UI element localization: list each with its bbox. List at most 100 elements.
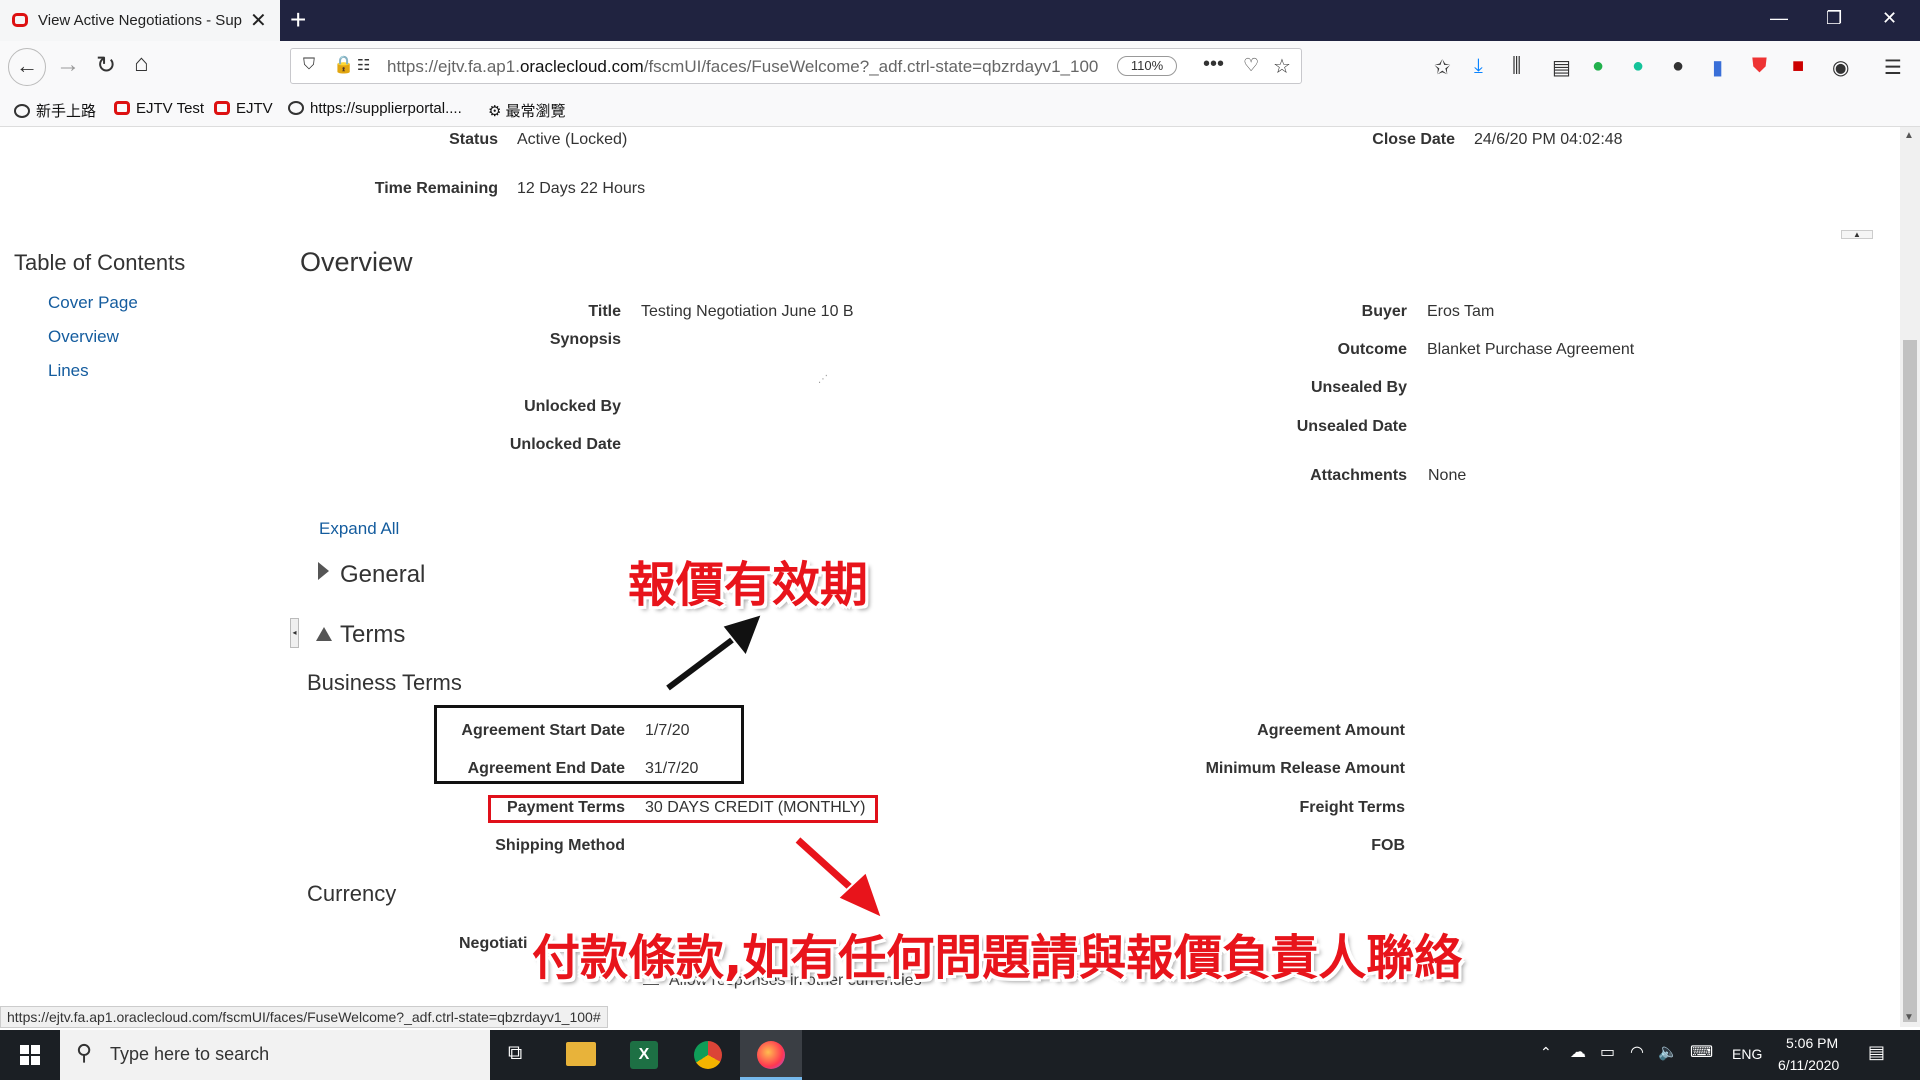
- bookmarks-star-icon[interactable]: ✩: [1434, 55, 1451, 80]
- unlocked-by-label: Unlocked By: [524, 398, 621, 415]
- grammarly-icon[interactable]: ●: [1632, 55, 1644, 78]
- unlocked-date-label: Unlocked Date: [509, 436, 621, 453]
- oracle-favicon-icon: [12, 13, 28, 27]
- scroll-down-icon[interactable]: ▼: [1904, 1012, 1914, 1023]
- new-tab-icon[interactable]: +: [290, 4, 306, 36]
- bookmark-item[interactable]: https://supplierportal....: [288, 100, 462, 117]
- onedrive-icon[interactable]: ☁: [1570, 1042, 1586, 1062]
- check-extension-icon[interactable]: ●: [1592, 55, 1604, 78]
- bookmark-item[interactable]: EJTV: [214, 100, 273, 117]
- search-placeholder: Type here to search: [110, 1044, 270, 1064]
- synopsis-label: Synopsis: [549, 331, 621, 348]
- close-window-icon[interactable]: ✕: [1882, 8, 1897, 29]
- minimize-icon[interactable]: —: [1770, 8, 1788, 29]
- home-icon[interactable]: ⌂: [134, 50, 149, 78]
- task-view-icon[interactable]: ⧉: [508, 1042, 522, 1065]
- scrollbar-thumb[interactable]: [1903, 340, 1917, 1022]
- wifi-icon[interactable]: ◠: [1630, 1042, 1644, 1062]
- start-button[interactable]: [0, 1030, 60, 1080]
- pdf-extension-icon[interactable]: ■: [1792, 55, 1804, 78]
- reload-icon[interactable]: ↻: [96, 51, 116, 80]
- taskbar-search-box[interactable]: ⚲ Type here to search: [60, 1030, 490, 1080]
- time-remaining-value: 12 Days 22 Hours: [517, 180, 646, 197]
- expand-general-icon[interactable]: [318, 562, 329, 580]
- lock-icon[interactable]: 🔒: [333, 55, 354, 75]
- oracle-icon: [114, 101, 130, 115]
- globe-icon: [288, 101, 304, 115]
- toc-lines-link[interactable]: Lines: [48, 361, 89, 381]
- buyer-label: Buyer: [1361, 303, 1407, 320]
- overview-heading: Overview: [300, 247, 413, 277]
- attachments-label: Attachments: [1310, 467, 1407, 484]
- collapse-terms-icon[interactable]: [316, 627, 332, 641]
- unsealed-date-label: Unsealed Date: [1296, 418, 1407, 435]
- title-label: Title: [588, 303, 621, 320]
- scroll-up-icon[interactable]: ▲: [1904, 130, 1914, 141]
- permissions-icon[interactable]: ☷: [357, 56, 370, 74]
- agreement-end-date-value: 31/7/20: [645, 760, 699, 777]
- clock-time[interactable]: 5:06 PM: [1786, 1035, 1838, 1051]
- close-tab-icon[interactable]: ✕: [250, 8, 267, 33]
- clock-date[interactable]: 6/11/2020: [1778, 1057, 1839, 1073]
- toc-cover-page-link[interactable]: Cover Page: [48, 293, 138, 313]
- bookmark-item[interactable]: 新手上路: [14, 100, 96, 121]
- extension-icon[interactable]: ◉: [1832, 55, 1849, 80]
- tab-title: View Active Negotiations - Sup: [38, 12, 243, 29]
- bookmark-star-icon[interactable]: ☆: [1273, 54, 1291, 79]
- title-value: Testing Negotiation June 10 B: [641, 303, 854, 320]
- validity-annotation: 報價有效期: [628, 557, 869, 613]
- browser-tab-active[interactable]: View Active Negotiations - Sup ✕: [0, 0, 280, 41]
- collapse-header-icon[interactable]: ▲: [1841, 230, 1873, 239]
- bookmark-extension-icon[interactable]: ▮: [1712, 55, 1723, 80]
- status-value: Active (Locked): [517, 131, 628, 148]
- payment-terms-annotation: 付款條款,如有任何問題請與報價負責人聯絡: [532, 930, 1463, 986]
- page-actions-icon[interactable]: •••: [1203, 53, 1224, 76]
- notifications-icon[interactable]: ▤: [1868, 1042, 1885, 1063]
- gear-icon: ⚙: [488, 103, 502, 120]
- resize-handle-icon[interactable]: ⋰: [818, 374, 828, 385]
- shield-extension-icon[interactable]: ⛊: [1752, 55, 1767, 78]
- panel-splitter-icon[interactable]: ◂: [290, 618, 299, 648]
- menu-icon[interactable]: ☰: [1884, 55, 1902, 80]
- keyboard-icon[interactable]: ⌨: [1690, 1042, 1713, 1062]
- oracle-icon: [214, 101, 230, 115]
- bookmark-item[interactable]: ⚙ 最常瀏覽: [488, 100, 565, 121]
- url-bar[interactable]: ⛉ 🔒 ☷ https://ejtv.fa.ap1.oraclecloud.co…: [290, 48, 1302, 84]
- firefox-taskbar-item[interactable]: [740, 1030, 802, 1080]
- toc-title: Table of Contents: [14, 250, 186, 275]
- download-icon[interactable]: ⤓: [1474, 55, 1483, 78]
- status-label: Status: [449, 131, 498, 148]
- business-terms-heading: Business Terms: [307, 670, 462, 695]
- library-icon[interactable]: ⫼: [1512, 55, 1521, 78]
- agreement-amount-label: Agreement Amount: [1257, 722, 1405, 739]
- back-icon[interactable]: ←: [8, 48, 46, 86]
- agreement-start-date-label: Agreement Start Date: [461, 722, 625, 739]
- input-language[interactable]: ENG: [1732, 1046, 1762, 1062]
- excel-icon[interactable]: X: [630, 1041, 658, 1069]
- browser-title-bar: [0, 0, 1920, 41]
- bookmark-item[interactable]: EJTV Test: [114, 100, 204, 117]
- toc-overview-link[interactable]: Overview: [48, 327, 119, 347]
- zoom-level[interactable]: 110%: [1117, 56, 1177, 76]
- sidebar-icon[interactable]: ▤: [1552, 55, 1571, 80]
- expand-all-link[interactable]: Expand All: [319, 519, 399, 539]
- currency-heading: Currency: [307, 881, 397, 906]
- shield-icon[interactable]: ⛉: [303, 56, 315, 74]
- battery-icon[interactable]: ▭: [1600, 1042, 1615, 1062]
- restore-icon[interactable]: ❐: [1826, 8, 1842, 29]
- forward-icon[interactable]: →: [56, 51, 80, 79]
- account-icon[interactable]: ●: [1672, 55, 1684, 78]
- url-text[interactable]: https://ejtv.fa.ap1.oraclecloud.com/fscm…: [387, 57, 1098, 77]
- payment-terms-label: Payment Terms: [507, 799, 625, 816]
- globe-icon: [14, 104, 30, 118]
- chrome-icon[interactable]: [694, 1041, 722, 1069]
- pocket-icon[interactable]: ♡: [1243, 55, 1259, 76]
- firefox-icon: [757, 1041, 785, 1069]
- negotiation-currency-label: Negotiati: [459, 935, 528, 952]
- fob-label: FOB: [1371, 837, 1405, 854]
- file-explorer-icon[interactable]: [566, 1042, 596, 1066]
- terms-section-title[interactable]: Terms: [340, 621, 405, 649]
- volume-icon[interactable]: 🔈: [1658, 1042, 1678, 1062]
- general-section-title[interactable]: General: [340, 561, 425, 589]
- show-hidden-icons-icon[interactable]: ⌃: [1540, 1044, 1552, 1061]
